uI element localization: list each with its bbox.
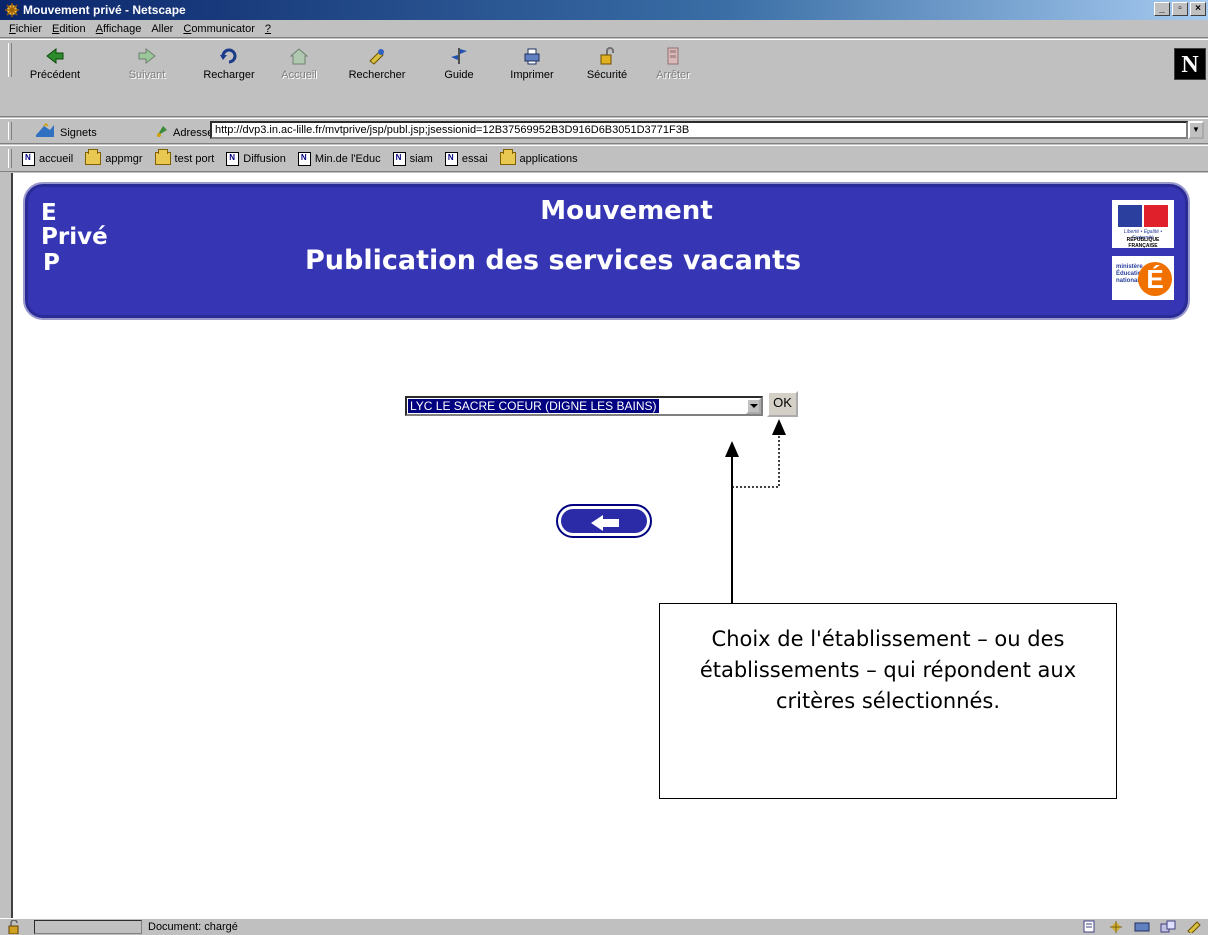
bookmark-accueil[interactable]: accueil xyxy=(22,151,73,166)
back-button[interactable] xyxy=(556,504,652,538)
title-bar: Mouvement privé - Netscape _ ▫ × xyxy=(0,0,1208,20)
security-label: Sécurité xyxy=(586,69,628,81)
discussion-icon[interactable] xyxy=(1134,920,1150,933)
bookmarks-button[interactable]: Signets xyxy=(34,122,97,142)
annotation-callout: Choix de l'établissement – ou des établi… xyxy=(659,603,1117,799)
home-icon xyxy=(289,46,309,66)
menu-communicator[interactable]: Communicator xyxy=(178,23,260,35)
navigation-toolbar: Précédent Suivant Recharger Accueil Rech… xyxy=(0,39,1208,117)
forward-label: Suivant xyxy=(128,69,166,81)
forward-arrow-icon xyxy=(137,46,157,66)
forward-toolbar-button[interactable]: Suivant xyxy=(112,46,182,82)
ministry-logo: ministère Éducation nationale É xyxy=(1112,256,1174,300)
security-status-icon[interactable] xyxy=(6,919,24,935)
home-label: Accueil xyxy=(281,69,317,81)
menu-aller[interactable]: Aller xyxy=(146,23,178,35)
establishment-select[interactable]: LYC LE SACRE COEUR (DIGNE LES BAINS) xyxy=(405,396,763,416)
page-icon xyxy=(226,151,240,166)
composer-icon[interactable] xyxy=(1160,920,1176,933)
bookmark-siam[interactable]: siam xyxy=(392,151,433,166)
window-title: Mouvement privé - Netscape xyxy=(23,3,186,17)
location-grip[interactable] xyxy=(8,122,12,140)
logo-p: P xyxy=(43,250,60,276)
bookmark-diffusion[interactable]: Diffusion xyxy=(226,151,286,166)
bookmark-essai[interactable]: essai xyxy=(444,151,488,166)
menu-bar: Fichier Edition Affichage Aller Communic… xyxy=(0,20,1208,38)
bookmark-min-educ[interactable]: Min.de l'Educ xyxy=(297,151,381,166)
address-dropdown-button[interactable]: ▼ xyxy=(1188,121,1204,139)
back-toolbar-button[interactable]: Précédent xyxy=(20,46,90,82)
edit-icon[interactable] xyxy=(1186,920,1202,935)
page-icon xyxy=(444,151,458,166)
reload-label: Recharger xyxy=(203,69,255,81)
folder-icon xyxy=(85,149,102,165)
callout-text: Choix de l'établissement – ou des établi… xyxy=(699,627,1077,713)
guide-label: Guide xyxy=(444,69,474,81)
folder-icon xyxy=(499,149,516,165)
bookmarks-label: Signets xyxy=(60,126,97,139)
maximize-button[interactable]: ▫ xyxy=(1172,2,1188,16)
progress-panel xyxy=(34,920,142,934)
chevron-down-icon[interactable] xyxy=(746,398,761,414)
address-input[interactable]: http://dvp3.in.ac-lille.fr/mvtprive/jsp/… xyxy=(210,121,1188,139)
toolbar-grip[interactable] xyxy=(8,43,12,77)
personal-grip[interactable] xyxy=(8,149,12,168)
netscape-logo[interactable]: N xyxy=(1174,48,1206,80)
page-content: E Privé P Mouvement Publication des serv… xyxy=(11,173,1208,918)
guide-icon xyxy=(449,46,469,66)
stop-toolbar-button[interactable]: Arrêter xyxy=(638,46,708,82)
personal-toolbar: accueil appmgr test port Diffusion Min.d… xyxy=(0,145,1208,172)
ok-button[interactable]: OK xyxy=(767,391,798,417)
bookmark-appmgr[interactable]: appmgr xyxy=(85,149,143,165)
back-arrow-icon xyxy=(591,515,619,531)
dotted-arrow-line xyxy=(732,435,780,488)
solid-arrow-head xyxy=(725,441,739,457)
guide-toolbar-button[interactable]: Guide xyxy=(424,46,494,82)
status-text: Document: chargé xyxy=(148,921,238,933)
mail-icon[interactable] xyxy=(1108,920,1124,933)
reload-icon xyxy=(219,46,239,66)
bookmarks-icon xyxy=(34,122,56,142)
component-bar xyxy=(1082,920,1202,935)
back-arrow-icon xyxy=(45,46,65,66)
bookmark-applications[interactable]: applications xyxy=(499,149,578,165)
logo-prive: Privé xyxy=(41,224,108,250)
minimize-button[interactable]: _ xyxy=(1154,2,1170,16)
page-subtitle: Publication des services vacants xyxy=(305,245,802,276)
republique-francaise-logo: Liberté • Égalité • Fraternité RÉPUBLIQU… xyxy=(1112,200,1174,249)
stop-label: Arrêter xyxy=(656,69,690,81)
menu-fichier[interactable]: Fichier xyxy=(4,23,47,35)
navigator-icon[interactable] xyxy=(1082,920,1098,933)
header-banner: E Privé P Mouvement Publication des serv… xyxy=(23,182,1190,320)
reload-toolbar-button[interactable]: Recharger xyxy=(194,46,264,82)
page-icon xyxy=(297,151,311,166)
search-toolbar-button[interactable]: Rechercher xyxy=(342,46,412,82)
bookmark-test-port[interactable]: test port xyxy=(154,149,214,165)
home-toolbar-button[interactable]: Accueil xyxy=(264,46,334,82)
status-bar: Document: chargé xyxy=(0,918,1208,935)
menu-affichage[interactable]: Affichage xyxy=(91,23,147,35)
menu-edition[interactable]: Edition xyxy=(47,23,91,35)
page-icon xyxy=(392,151,406,166)
address-label-group: Adresse: xyxy=(155,124,216,141)
location-icon[interactable] xyxy=(155,124,169,141)
establishment-selected-value: LYC LE SACRE COEUR (DIGNE LES BAINS) xyxy=(408,399,659,413)
netscape-icon xyxy=(4,2,20,18)
menu-help[interactable]: ? xyxy=(260,23,276,35)
folder-icon xyxy=(154,149,171,165)
dotted-arrow-head xyxy=(772,419,786,435)
page-icon xyxy=(22,151,35,166)
padlock-icon xyxy=(597,46,617,66)
location-bar: Signets Adresse: http://dvp3.in.ac-lille… xyxy=(0,118,1208,144)
print-toolbar-button[interactable]: Imprimer xyxy=(497,46,567,82)
search-icon xyxy=(367,46,387,66)
stop-icon xyxy=(663,46,683,66)
print-label: Imprimer xyxy=(510,69,554,81)
close-button[interactable]: × xyxy=(1190,2,1206,16)
printer-icon xyxy=(522,46,542,66)
page-title: Mouvement xyxy=(540,196,713,226)
back-label: Précédent xyxy=(29,69,81,81)
search-label: Rechercher xyxy=(348,69,406,81)
security-toolbar-button[interactable]: Sécurité xyxy=(572,46,642,82)
